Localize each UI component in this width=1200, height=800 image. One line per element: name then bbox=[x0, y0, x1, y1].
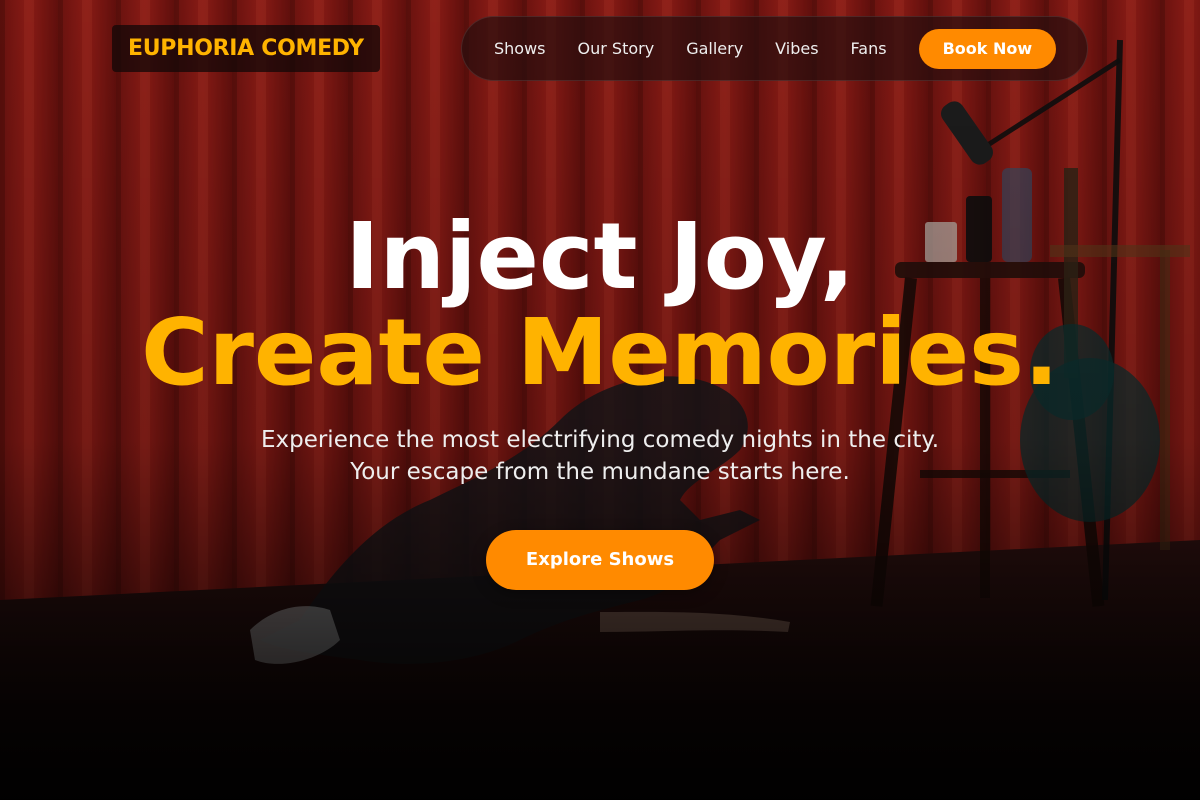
explore-shows-button[interactable]: Explore Shows bbox=[486, 530, 714, 590]
headline-line-2: Create Memories. bbox=[141, 299, 1059, 406]
nav-link-our-story[interactable]: Our Story bbox=[578, 39, 655, 58]
nav-link-gallery[interactable]: Gallery bbox=[686, 39, 743, 58]
hero-section: EUPHORIA COMEDY Shows Our Story Gallery … bbox=[0, 0, 1200, 800]
hero-headline: Inject Joy, Create Memories. bbox=[0, 208, 1200, 400]
book-now-button[interactable]: Book Now bbox=[918, 28, 1057, 69]
hero-subtitle: Experience the most electrifying comedy … bbox=[260, 427, 940, 485]
nav-link-fans[interactable]: Fans bbox=[851, 39, 887, 58]
brand-logo[interactable]: EUPHORIA COMEDY bbox=[112, 25, 380, 72]
nav-link-shows[interactable]: Shows bbox=[494, 39, 546, 58]
nav-link-vibes[interactable]: Vibes bbox=[775, 39, 818, 58]
headline-line-1: Inject Joy, bbox=[345, 203, 855, 310]
main-nav: Shows Our Story Gallery Vibes Fans Book … bbox=[461, 16, 1088, 81]
site-header: EUPHORIA COMEDY Shows Our Story Gallery … bbox=[0, 16, 1200, 82]
